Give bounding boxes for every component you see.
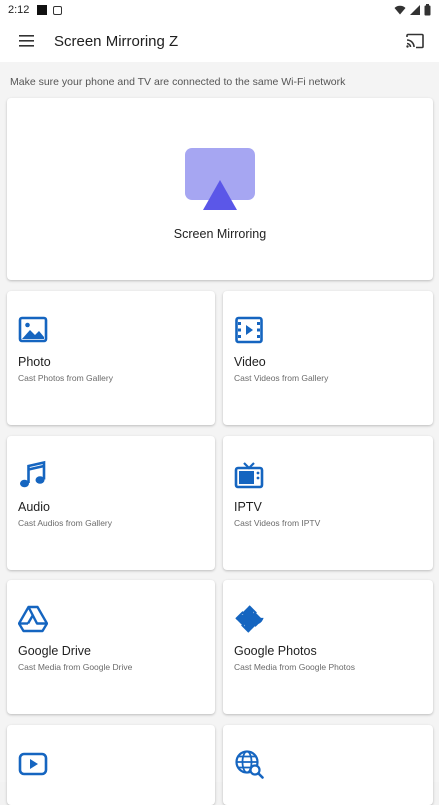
web-browser-card[interactable] [223,725,433,805]
wifi-hint: Make sure your phone and TV are connecte… [10,76,346,88]
iptv-title: IPTV [234,500,262,514]
video-title: Video [234,355,266,369]
iptv-subtitle: Cast Videos from IPTV [234,518,321,528]
screen-mirroring-label: Screen Mirroring [173,227,267,241]
photo-subtitle: Cast Photos from Gallery [18,373,113,383]
youtube-card[interactable] [7,725,215,805]
menu-button[interactable] [0,20,54,62]
photo-card[interactable]: Photo Cast Photos from Gallery [7,291,215,425]
audio-subtitle: Cast Audios from Gallery [18,518,113,528]
battery-icon [424,4,431,16]
video-subtitle: Cast Videos from Gallery [234,373,329,383]
audio-title: Audio [18,500,50,514]
audio-card[interactable]: Audio Cast Audios from Gallery [7,436,215,570]
google-photos-title: Google Photos [234,644,317,658]
google-drive-title: Google Drive [18,644,91,658]
photo-icon [18,316,48,343]
pinwheel-icon [235,605,264,633]
signal-icon [410,5,420,15]
airplay-icon [185,148,255,210]
music-icon [20,460,46,488]
google-photos-card[interactable]: Google Photos Cast Media from Google Pho… [223,580,433,714]
app-title: Screen Mirroring Z [54,32,179,50]
hamburger-menu-icon [19,35,34,47]
google-drive-subtitle: Cast Media from Google Drive [18,662,133,672]
wifi-icon [394,5,406,15]
notification-a-icon [53,5,63,15]
google-drive-card[interactable]: Google Drive Cast Media from Google Driv… [7,580,215,714]
web-search-icon [235,750,264,779]
google-drive-icon [18,605,48,633]
google-photos-subtitle: Cast Media from Google Photos [234,662,355,672]
photo-title: Photo [18,355,51,369]
video-icon [235,316,263,344]
app-bar: Screen Mirroring Z [0,20,439,62]
status-time: 2:12 [8,4,30,16]
cast-icon [406,33,424,49]
iptv-card[interactable]: IPTV Cast Videos from IPTV [223,436,433,570]
notification-icon [37,5,48,15]
tv-icon [234,462,264,489]
status-bar: 2:12 [0,0,439,20]
cast-button[interactable] [391,20,439,62]
video-card[interactable]: Video Cast Videos from Gallery [223,291,433,425]
youtube-play-icon [18,752,48,776]
screen-mirroring-card[interactable]: Screen Mirroring [7,98,433,280]
